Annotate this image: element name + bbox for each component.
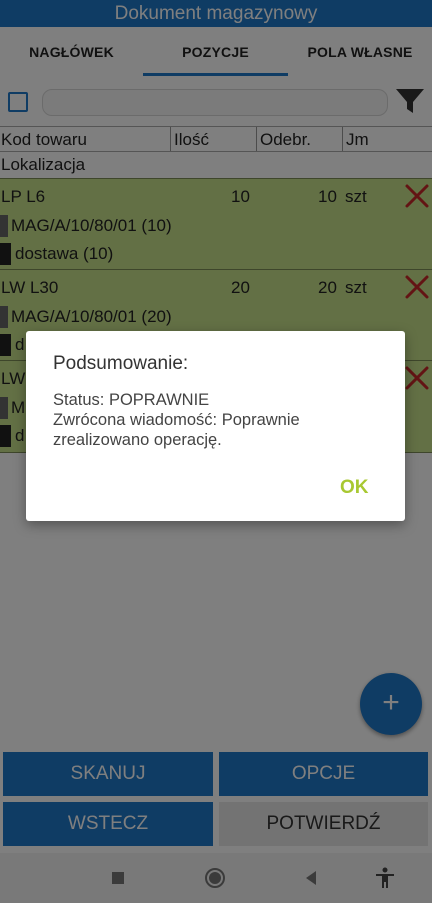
summary-dialog: Podsumowanie: Status: POPRAWNIE Zwrócona…: [26, 331, 405, 521]
ok-button[interactable]: OK: [340, 477, 369, 499]
dialog-message: Status: POPRAWNIE Zwrócona wiadomość: Po…: [53, 391, 300, 449]
nav-backdrop: [0, 853, 432, 903]
app-screen: Dokument magazynowy NAGŁÓWEK POZYCJE POL…: [0, 0, 432, 903]
dialog-title: Podsumowanie:: [53, 353, 189, 374]
